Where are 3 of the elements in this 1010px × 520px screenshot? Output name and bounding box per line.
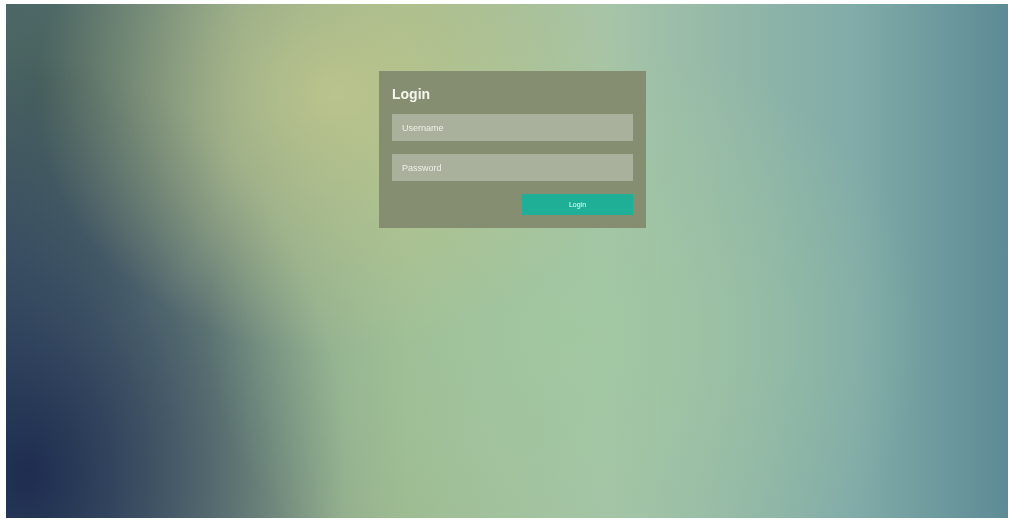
login-title: Login (392, 86, 431, 102)
username-field[interactable]: Username (392, 114, 633, 141)
password-field[interactable]: Password (392, 154, 633, 181)
